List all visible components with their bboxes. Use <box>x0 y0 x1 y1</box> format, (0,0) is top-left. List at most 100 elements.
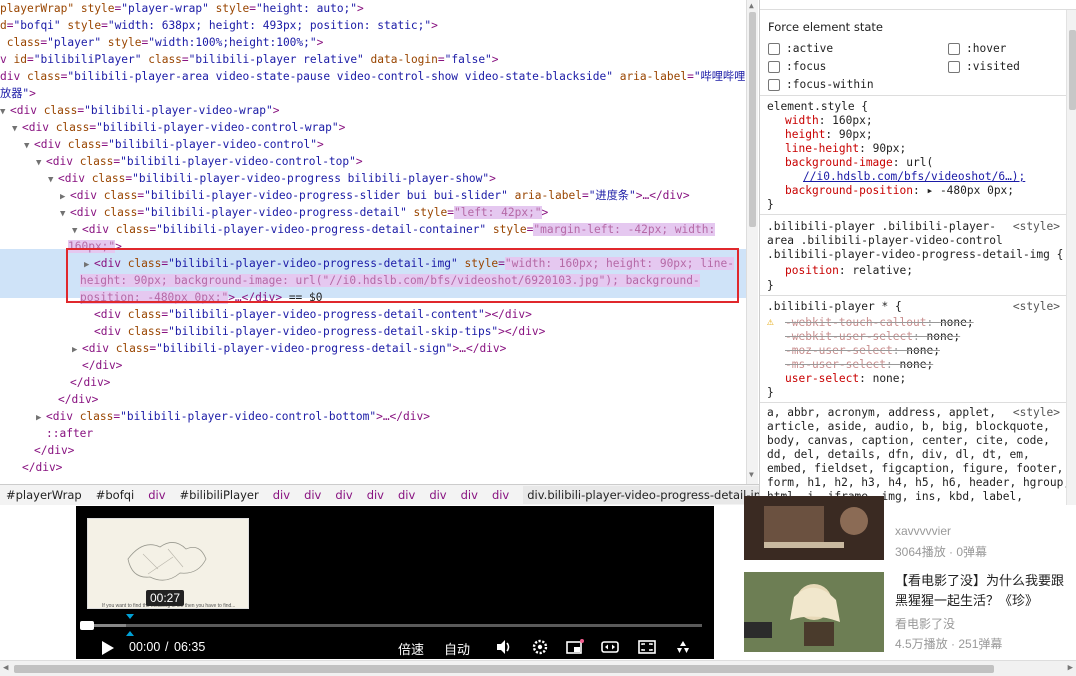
style-property[interactable]: background-image: url( <box>785 156 933 170</box>
expand-down-icon[interactable]: ▼ <box>12 121 22 138</box>
breadcrumb-item[interactable]: div <box>492 488 509 502</box>
expand-right-icon[interactable]: ▶ <box>72 342 82 359</box>
breadcrumb-item[interactable]: div <box>273 488 290 502</box>
breadcrumb-item[interactable]: div <box>304 488 321 502</box>
dom-node-line[interactable]: </div> <box>58 391 98 408</box>
uploader-name[interactable]: xavvvvvier <box>895 524 951 538</box>
state-focus-checkbox[interactable]: :focus <box>768 60 826 73</box>
state-visited-checkbox[interactable]: :visited <box>948 60 1020 73</box>
video-title[interactable]: 【看电影了没】为什么我要跟黑猩猩一起生活？《珍》 <box>895 571 1075 611</box>
dom-node-line[interactable]: ▼ <div class="bilibili-player-video-contr… <box>36 153 363 170</box>
elements-scrollbar[interactable]: ▲ ▼ <box>746 0 758 484</box>
web-fullscreen-icon[interactable] <box>638 639 656 655</box>
breadcrumb-item[interactable]: div <box>398 488 415 502</box>
progress-position-marker-icon[interactable] <box>125 614 135 636</box>
styles-scrollbar[interactable] <box>1066 10 1076 505</box>
dom-node-line[interactable]: ▼ <div class="bilibili-player-video-wrap"… <box>0 102 279 119</box>
settings-gear-icon[interactable] <box>531 639 549 655</box>
breadcrumb-item[interactable]: #bofqi <box>96 488 135 502</box>
quality-button[interactable]: 自动 <box>444 639 470 658</box>
overridden-style-property[interactable]: -moz-user-select: none; <box>785 344 940 358</box>
dom-node-line[interactable]: ::after <box>46 425 93 442</box>
dom-node-line[interactable]: ▼ <div class="bilibili-player-video-contr… <box>24 136 324 153</box>
breadcrumb-item[interactable]: div <box>461 488 478 502</box>
state-active-checkbox[interactable]: :active <box>768 42 833 55</box>
dom-node-line[interactable]: </div> <box>22 459 62 476</box>
horizontal-scrollbar[interactable]: ◀ ▶ <box>0 660 1076 676</box>
dom-node-line[interactable]: ▼ <div class="bilibili-player-video-progr… <box>72 221 716 238</box>
rule3-origin-link[interactable]: <style> <box>1013 300 1060 313</box>
uploader-name[interactable]: 看电影了没 <box>895 615 955 632</box>
scroll-right-arrow-icon[interactable]: ▶ <box>1068 663 1073 673</box>
recommend-list: xavvvvvier 3064播放 · 0弹幕 【看电影了没】为什么我要跟黑猩猩… <box>744 496 1076 659</box>
scrollbar-thumb[interactable] <box>749 12 756 227</box>
expand-down-icon[interactable]: ▼ <box>60 206 70 223</box>
dom-node-line[interactable]: ▼ <div class="bilibili-player-video-contr… <box>12 119 345 136</box>
element-style-selector: element.style { <box>767 100 869 113</box>
expand-down-icon[interactable]: ▼ <box>36 155 46 172</box>
breadcrumb-item[interactable]: div <box>335 488 352 502</box>
style-property[interactable]: //i0.hdslb.com/bfs/videoshot/6…); <box>803 170 1025 184</box>
dom-node-line[interactable]: </div> <box>82 357 122 374</box>
rule2-selector-line-2: area .bilibili-player-video-control <box>767 234 1003 247</box>
dom-node-line[interactable]: ▼ <div class="bilibili-player-video-progr… <box>48 170 496 187</box>
overridden-style-property[interactable]: -ms-user-select: none; <box>785 358 933 372</box>
breadcrumb-item[interactable]: div <box>367 488 384 502</box>
dom-node-line[interactable]: ▶ <div class="bilibili-player-video-progr… <box>60 187 690 204</box>
style-property[interactable]: line-height: 90px; <box>785 142 906 156</box>
rule2-prop-position[interactable]: position: relative; <box>785 264 913 278</box>
dom-node-line[interactable]: <div class="bilibili-player-video-progre… <box>94 323 545 340</box>
dom-node-line[interactable]: ▶ <div class="bilibili-player-video-progr… <box>72 340 506 357</box>
dom-node-line[interactable]: class="player" style="width:100%;height:… <box>0 34 324 51</box>
scroll-down-arrow-icon[interactable]: ▼ <box>749 470 754 479</box>
state-focus-within-checkbox[interactable]: :focus-within <box>768 78 874 91</box>
expand-right-icon[interactable]: ▶ <box>36 410 46 427</box>
dom-node-line[interactable]: div class="bilibili-player-area video-st… <box>0 68 745 85</box>
dom-node-line[interactable]: v id="bilibiliPlayer" class="bilibili-pl… <box>0 51 499 68</box>
rule2-origin-link[interactable]: <style> <box>1013 220 1060 233</box>
progress-bar[interactable] <box>86 624 702 627</box>
video-player[interactable]: If you want to find the meaning of life … <box>76 506 714 659</box>
scrollbar-thumb[interactable] <box>1069 30 1076 110</box>
overridden-style-property[interactable]: -webkit-user-select: none; <box>785 330 960 344</box>
expand-down-icon[interactable]: ▼ <box>24 138 34 155</box>
dom-node-line[interactable]: ▶ <div class="bilibili-player-video-contr… <box>36 408 430 425</box>
time-separator: / <box>165 640 169 654</box>
elements-tree[interactable]: playerWrap" style="player-wrap" style="h… <box>0 0 746 484</box>
rule4-origin-link[interactable]: <style> <box>1013 406 1060 419</box>
dom-node-line[interactable]: </div> <box>70 374 110 391</box>
dom-node-line[interactable]: playerWrap" style="player-wrap" style="h… <box>0 0 364 17</box>
breadcrumb-item[interactable]: div.bilibili-player-video-progress-detai… <box>523 486 777 504</box>
dom-node-line[interactable]: d="bofqi" style="width: 638px; height: 4… <box>0 17 438 34</box>
fullscreen-icon[interactable] <box>674 639 692 655</box>
speed-button[interactable]: 倍速 <box>398 639 424 658</box>
style-property[interactable]: background-position: ▸ -480px 0px; <box>785 184 1014 198</box>
dom-node-line[interactable]: 放器"> <box>0 85 36 102</box>
widescreen-icon[interactable] <box>601 639 619 655</box>
state-hover-checkbox[interactable]: :hover <box>948 42 1006 55</box>
style-property[interactable]: user-select: none; <box>785 372 906 386</box>
scrollbar-thumb[interactable] <box>14 665 994 673</box>
style-property[interactable]: height: 90px; <box>785 128 873 142</box>
play-icon[interactable] <box>98 640 116 656</box>
expand-down-icon[interactable]: ▼ <box>0 104 10 121</box>
video-thumbnail[interactable] <box>744 572 884 652</box>
rule-close-brace: } <box>767 279 774 292</box>
breadcrumb-item[interactable]: #bilibiliPlayer <box>180 488 259 502</box>
dom-node-line[interactable]: ▼ <div class="bilibili-player-video-progr… <box>60 204 548 221</box>
dom-node-line[interactable]: <div class="bilibili-player-video-progre… <box>94 306 532 323</box>
style-property[interactable]: width: 160px; <box>785 114 873 128</box>
rule2-selector-line-1: .bilibili-player .bilibili-player- <box>767 220 997 233</box>
dom-node-line[interactable]: </div> <box>34 442 74 459</box>
breadcrumb-item[interactable]: div <box>429 488 446 502</box>
breadcrumb-item[interactable]: div <box>148 488 165 502</box>
styles-filter-bar[interactable] <box>760 0 1076 10</box>
picture-in-picture-icon[interactable] <box>566 639 584 655</box>
scroll-up-arrow-icon[interactable]: ▲ <box>749 1 754 10</box>
breadcrumb-item[interactable]: #playerWrap <box>6 488 82 502</box>
scroll-left-arrow-icon[interactable]: ◀ <box>3 663 8 673</box>
volume-icon[interactable] <box>495 639 513 655</box>
expand-down-icon[interactable]: ▼ <box>48 172 58 189</box>
video-thumbnail[interactable] <box>744 496 884 560</box>
overridden-style-property[interactable]: -webkit-touch-callout: none; <box>785 316 974 330</box>
